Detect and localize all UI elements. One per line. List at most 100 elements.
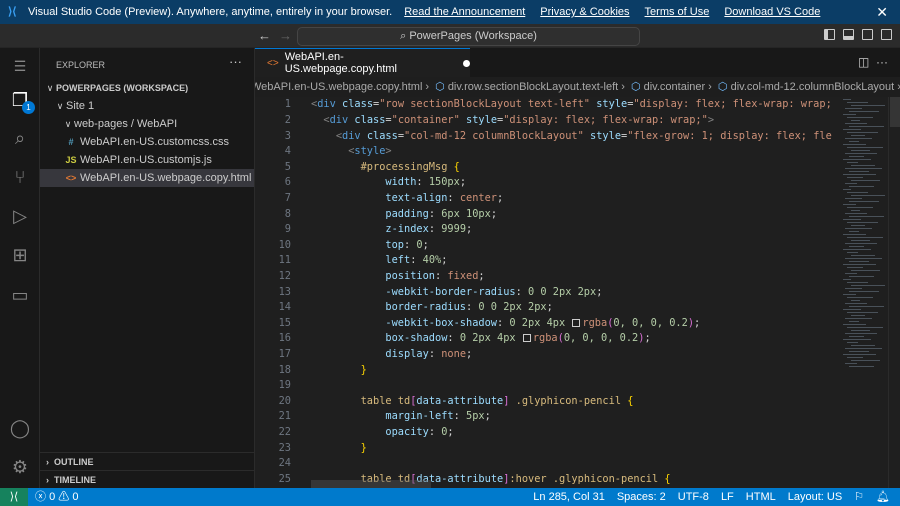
run-debug-icon[interactable]: ▷: [8, 204, 32, 228]
code-token: width: [385, 176, 417, 189]
code-line[interactable]: margin-left: 5px;: [311, 409, 490, 425]
code-line[interactable]: -webkit-box-shadow: 0 2px 4px rgba(0, 0,…: [311, 316, 700, 332]
code-line[interactable]: #processingMsg {: [311, 160, 460, 176]
search-icon[interactable]: ⌕: [8, 126, 32, 150]
line-number: 18: [278, 363, 291, 376]
code-line[interactable]: padding: 6px 10px;: [311, 207, 497, 223]
more-actions-icon[interactable]: ···: [229, 54, 242, 69]
line-number: 15: [278, 316, 291, 329]
remote-explorer-icon[interactable]: ▭: [8, 283, 32, 307]
code-token: "flex-grow: 1; display: flex; fle: [627, 129, 832, 142]
folder-web-pages[interactable]: ∨ web-pages / WebAPI: [40, 115, 254, 133]
tab-webpage-copy-html[interactable]: <> WebAPI.en-US.webpage.copy.html: [255, 48, 470, 77]
language-mode[interactable]: HTML: [746, 488, 776, 506]
code-line[interactable]: top: 0;: [311, 238, 428, 254]
code-line[interactable]: <div class="container" style="display: f…: [311, 113, 714, 129]
code-line[interactable]: <style>: [311, 144, 391, 160]
code-line[interactable]: -webkit-border-radius: 0 0 2px 2px;: [311, 285, 602, 301]
code-line[interactable]: display: none;: [311, 347, 472, 363]
terms-link[interactable]: Terms of Use: [645, 6, 710, 18]
code-token: :: [416, 176, 429, 189]
breadcrumb-item[interactable]: WebAPI.en-US.webpage.copy.html: [255, 81, 422, 93]
more-actions-icon[interactable]: ···: [876, 55, 888, 69]
warning-icon: ⚠: [58, 491, 70, 503]
end-of-line[interactable]: LF: [721, 488, 734, 506]
accounts-icon[interactable]: ◯: [8, 416, 32, 440]
explorer-sidebar: EXPLORER ··· ∨ POWERPAGES (WORKSPACE) ∨ Si…: [40, 48, 255, 488]
code-line[interactable]: }: [311, 441, 367, 457]
code-token: ;: [466, 223, 473, 236]
code-token: 0 2px 4px: [509, 316, 572, 329]
workspace-root[interactable]: ∨ POWERPAGES (WORKSPACE): [40, 79, 254, 97]
toggle-sidebar-icon[interactable]: [824, 29, 835, 40]
source-control-icon[interactable]: ⑂: [8, 165, 32, 189]
outline-section[interactable]: › OUTLINE: [40, 452, 254, 470]
indentation[interactable]: Spaces: 2: [617, 488, 666, 506]
code-token: class: [366, 129, 398, 142]
menu-icon[interactable]: ☰: [8, 54, 32, 78]
back-arrow-icon[interactable]: ←: [258, 28, 271, 43]
notifications-bell-icon[interactable]: 🔔︎: [876, 488, 890, 506]
breadcrumb-item[interactable]: div.col-md-12.columnBlockLayout: [731, 81, 895, 93]
code-token: center: [459, 192, 498, 204]
explorer-icon[interactable]: ❐ 1: [8, 88, 35, 114]
chevron-right-icon: ›: [46, 457, 54, 467]
code-line[interactable]: position: fixed;: [311, 269, 484, 285]
privacy-link[interactable]: Privacy & Cookies: [540, 6, 629, 18]
breadcrumb: WebAPI.en-US.webpage.copy.html › ⬡ div.ro…: [255, 77, 900, 97]
file-item[interactable]: JS WebAPI.en-US.customjs.js: [40, 151, 254, 169]
forward-arrow-icon[interactable]: →: [279, 28, 292, 43]
code-line[interactable]: opacity: 0;: [311, 425, 453, 441]
settings-gear-icon[interactable]: ⚙: [8, 455, 32, 479]
code-line[interactable]: width: 150px;: [311, 175, 466, 191]
explorer-badge: 1: [22, 101, 35, 114]
code-line[interactable]: z-index: 9999;: [311, 222, 472, 238]
toggle-panel-icon[interactable]: [843, 29, 854, 40]
encoding[interactable]: UTF-8: [678, 488, 709, 506]
code-line[interactable]: }: [311, 363, 367, 379]
file-item[interactable]: # WebAPI.en-US.customcss.css: [40, 133, 254, 151]
code-line[interactable]: table td[data-attribute] .glyphicon-penc…: [311, 394, 634, 410]
cube-icon: ⬡: [717, 81, 728, 93]
code-token: style: [590, 129, 622, 142]
breadcrumb-item[interactable]: div.container: [644, 81, 706, 93]
code-token: :hover .glyphicon-pencil: [509, 472, 659, 485]
folder-site-1[interactable]: ∨ Site 1: [40, 97, 254, 115]
tab-label: WebAPI.en-US.webpage.copy.html: [284, 51, 397, 75]
read-announcement-link[interactable]: Read the Announcement: [404, 6, 525, 18]
unsaved-dot-icon[interactable]: [463, 59, 470, 67]
file-item-selected[interactable]: <> WebAPI.en-US.webpage.copy.html: [40, 169, 254, 187]
code-token: ;: [441, 254, 448, 267]
breadcrumb-item[interactable]: div.row.sectionBlockLayout.text-left: [448, 81, 618, 93]
code-line[interactable]: text-align: center;: [311, 191, 503, 207]
code-line[interactable]: left: 40%;: [311, 253, 447, 269]
workspace-name: PowerPages (Workspace): [409, 30, 537, 42]
code-token: display: [385, 348, 429, 360]
code-token: rgba: [582, 316, 608, 329]
code-line[interactable]: box-shadow: 0 2px 4px rgba(0, 0, 0, 0.2)…: [311, 331, 650, 347]
remote-indicator-icon[interactable]: ⟩⟨: [0, 488, 28, 506]
close-banner-icon[interactable]: ✕: [876, 4, 888, 21]
customize-layout-icon[interactable]: [881, 29, 892, 40]
code-line[interactable]: <div class="col-md-12 columnBlockLayout"…: [311, 129, 832, 145]
vertical-scrollbar[interactable]: [888, 97, 900, 488]
keyboard-layout[interactable]: Layout: US: [788, 488, 842, 506]
cursor-position[interactable]: Ln 285, Col 31: [533, 488, 605, 506]
feedback-icon[interactable]: ⚐: [854, 488, 864, 506]
timeline-section[interactable]: › TIMELINE: [40, 470, 254, 488]
workspace-label: POWERPAGES (WORKSPACE): [56, 83, 189, 93]
command-center-search[interactable]: ⌕ PowerPages (Workspace): [297, 27, 640, 46]
code-token: margin-left: [385, 410, 454, 423]
horizontal-scrollbar[interactable]: [311, 480, 431, 488]
code-editor[interactable]: 1 <div class="row sectionBlockLayout text…: [255, 97, 900, 488]
split-editor-icon[interactable]: ◫: [858, 55, 869, 69]
code-line[interactable]: <div class="row sectionBlockLayout text-…: [311, 97, 838, 113]
toggle-secondary-sidebar-icon[interactable]: [862, 29, 873, 40]
code-line[interactable]: border-radius: 0 0 2px 2px;: [311, 300, 552, 316]
extensions-icon[interactable]: ⊞: [8, 243, 32, 267]
minimap[interactable]: [843, 97, 888, 488]
line-number: 19: [278, 379, 291, 392]
problems-indicator[interactable]: ⓧ 0 ⚠ 0: [35, 488, 78, 506]
download-link[interactable]: Download VS Code: [724, 6, 820, 18]
